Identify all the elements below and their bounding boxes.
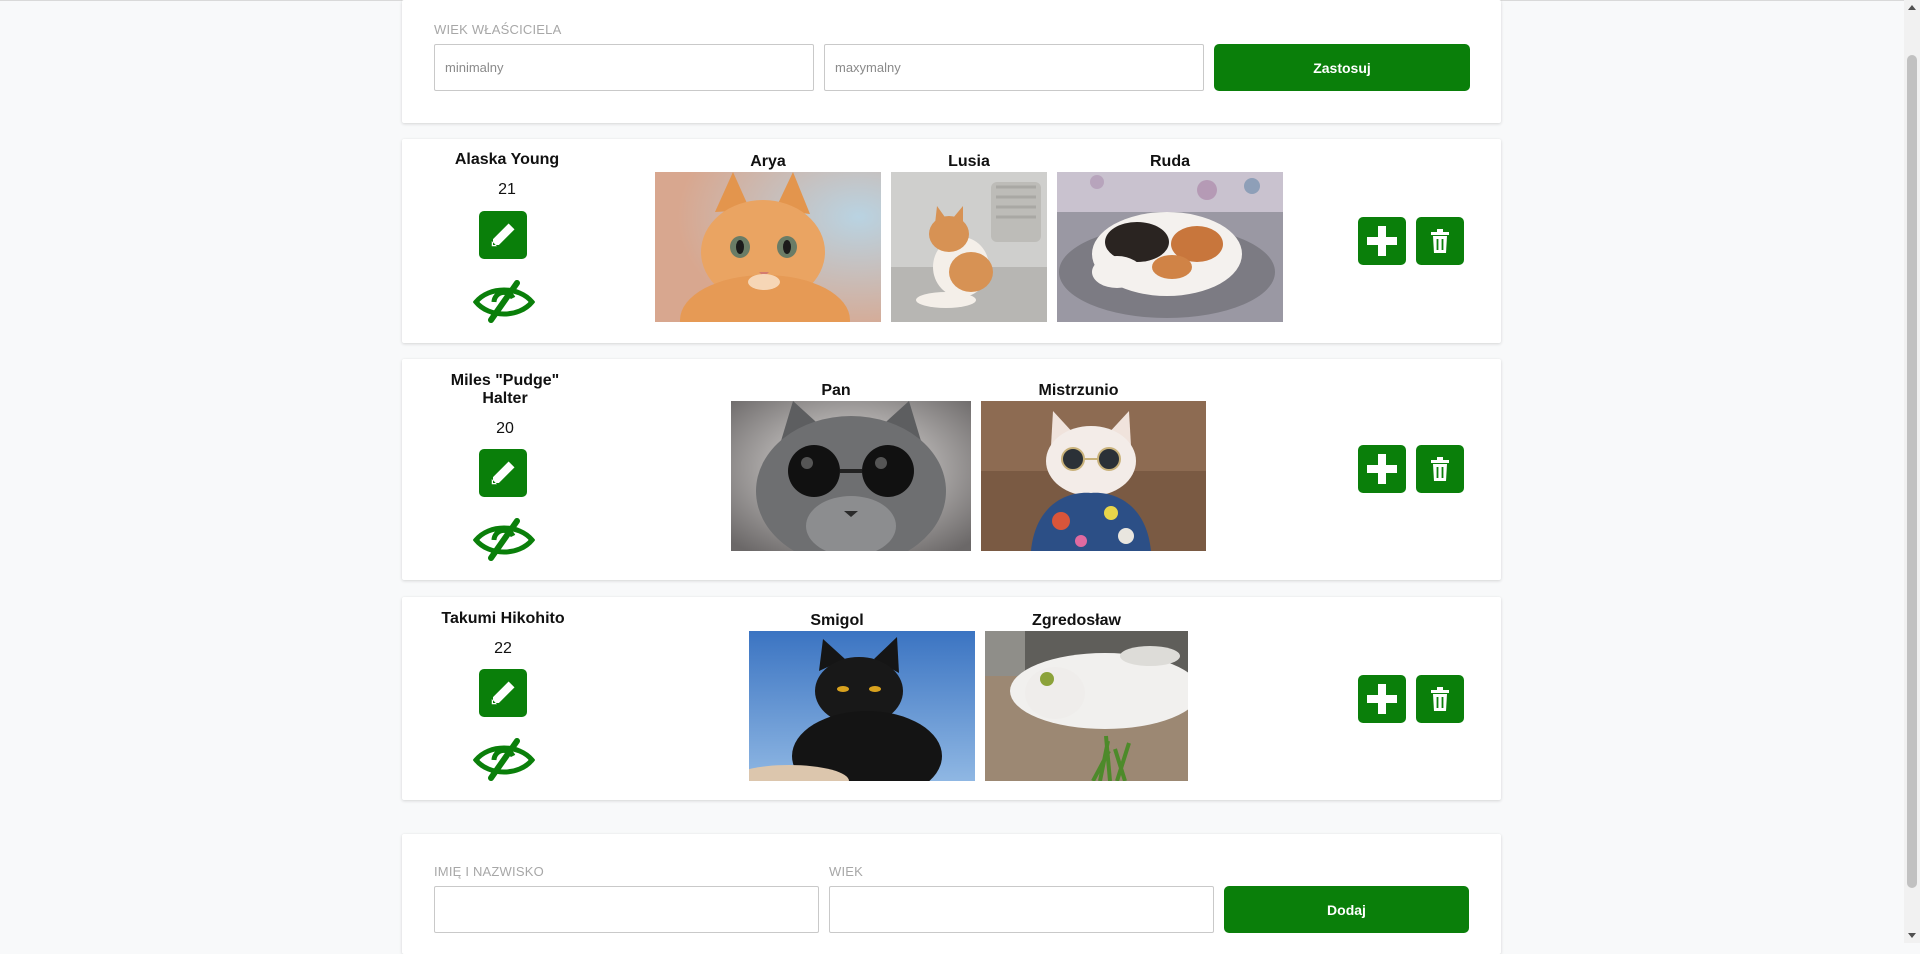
plus-icon <box>1367 454 1397 484</box>
owner-card: Alaska Young 21 Arya Lusia Ruda <box>402 139 1501 343</box>
owner-card: Miles "Pudge" Halter 20 Pan Mistrzunio <box>402 359 1501 580</box>
apply-filter-button[interactable]: Zastosuj <box>1214 44 1470 91</box>
pencil-icon <box>491 461 515 485</box>
cat-photo-white-cat-lying <box>985 631 1188 781</box>
plus-icon <box>1367 684 1397 714</box>
owner-age: 20 <box>496 420 514 437</box>
trash-icon <box>1431 457 1449 481</box>
trash-icon <box>1431 687 1449 711</box>
owner-card: Takumi Hikohito 22 Smigol Zgredosław <box>402 597 1501 800</box>
add-cat-button[interactable] <box>1358 217 1406 265</box>
page-scrollbar[interactable] <box>1904 0 1920 943</box>
pencil-icon <box>491 223 515 247</box>
min-age-input[interactable] <box>434 44 814 91</box>
owner-info: Alaska Young 21 <box>407 151 607 199</box>
cat-photo-calico-cat <box>1057 172 1283 322</box>
delete-owner-button[interactable] <box>1416 445 1464 493</box>
cat-name: Arya <box>750 153 786 170</box>
cat-name: Lusia <box>948 153 990 170</box>
cat-photo-white-cat-sunglasses-shirt <box>981 401 1206 551</box>
eye-slash-icon[interactable] <box>473 518 535 562</box>
owner-info: Miles "Pudge" Halter 20 <box>405 372 605 438</box>
eye-slash-icon[interactable] <box>473 738 535 782</box>
eye-slash-icon[interactable] <box>473 280 535 324</box>
owner-age-filter-card: WIEK WŁAŚCICIELA Zastosuj <box>402 0 1501 123</box>
add-cat-button[interactable] <box>1358 445 1406 493</box>
add-owner-card: IMIĘ I NAZWISKO WIEK Dodaj <box>402 834 1501 954</box>
cat-name: Ruda <box>1150 153 1190 170</box>
owner-name: Miles "Pudge" Halter <box>450 372 560 407</box>
cat-name: Pan <box>821 382 851 399</box>
edit-owner-button[interactable] <box>479 669 527 717</box>
owner-age: 22 <box>494 640 512 657</box>
scroll-down-arrow-icon[interactable] <box>1908 933 1916 938</box>
owner-name: Takumi Hikohito <box>441 610 565 627</box>
scrollbar-thumb[interactable] <box>1907 55 1917 888</box>
name-field-label: IMIĘ I NAZWISKO <box>434 864 544 879</box>
age-field-label: WIEK <box>829 864 864 879</box>
edit-owner-button[interactable] <box>479 449 527 497</box>
pencil-icon <box>491 681 515 705</box>
cat-name: Mistrzunio <box>1038 382 1119 399</box>
max-age-input[interactable] <box>824 44 1204 91</box>
delete-owner-button[interactable] <box>1416 217 1464 265</box>
cat-name: Smigol <box>810 612 864 629</box>
delete-owner-button[interactable] <box>1416 675 1464 723</box>
cat-name: Zgredosław <box>1032 612 1121 629</box>
plus-icon <box>1367 226 1397 256</box>
add-owner-button[interactable]: Dodaj <box>1224 886 1469 933</box>
cat-photo-grey-cat-sunglasses <box>731 401 971 551</box>
cat-photo-black-cat <box>749 631 975 781</box>
owner-name-input[interactable] <box>434 886 819 933</box>
edit-owner-button[interactable] <box>479 211 527 259</box>
owner-age-input[interactable] <box>829 886 1214 933</box>
add-cat-button[interactable] <box>1358 675 1406 723</box>
owner-age: 21 <box>498 181 516 198</box>
owner-name: Alaska Young <box>454 151 560 168</box>
cat-photo-orange-kitten <box>655 172 881 322</box>
trash-icon <box>1431 229 1449 253</box>
scroll-up-arrow-icon[interactable] <box>1908 5 1916 10</box>
cat-photo-ginger-white-cat <box>891 172 1047 322</box>
owner-info: Takumi Hikohito 22 <box>403 610 603 658</box>
owner-age-filter-label: WIEK WŁAŚCICIELA <box>434 22 562 37</box>
